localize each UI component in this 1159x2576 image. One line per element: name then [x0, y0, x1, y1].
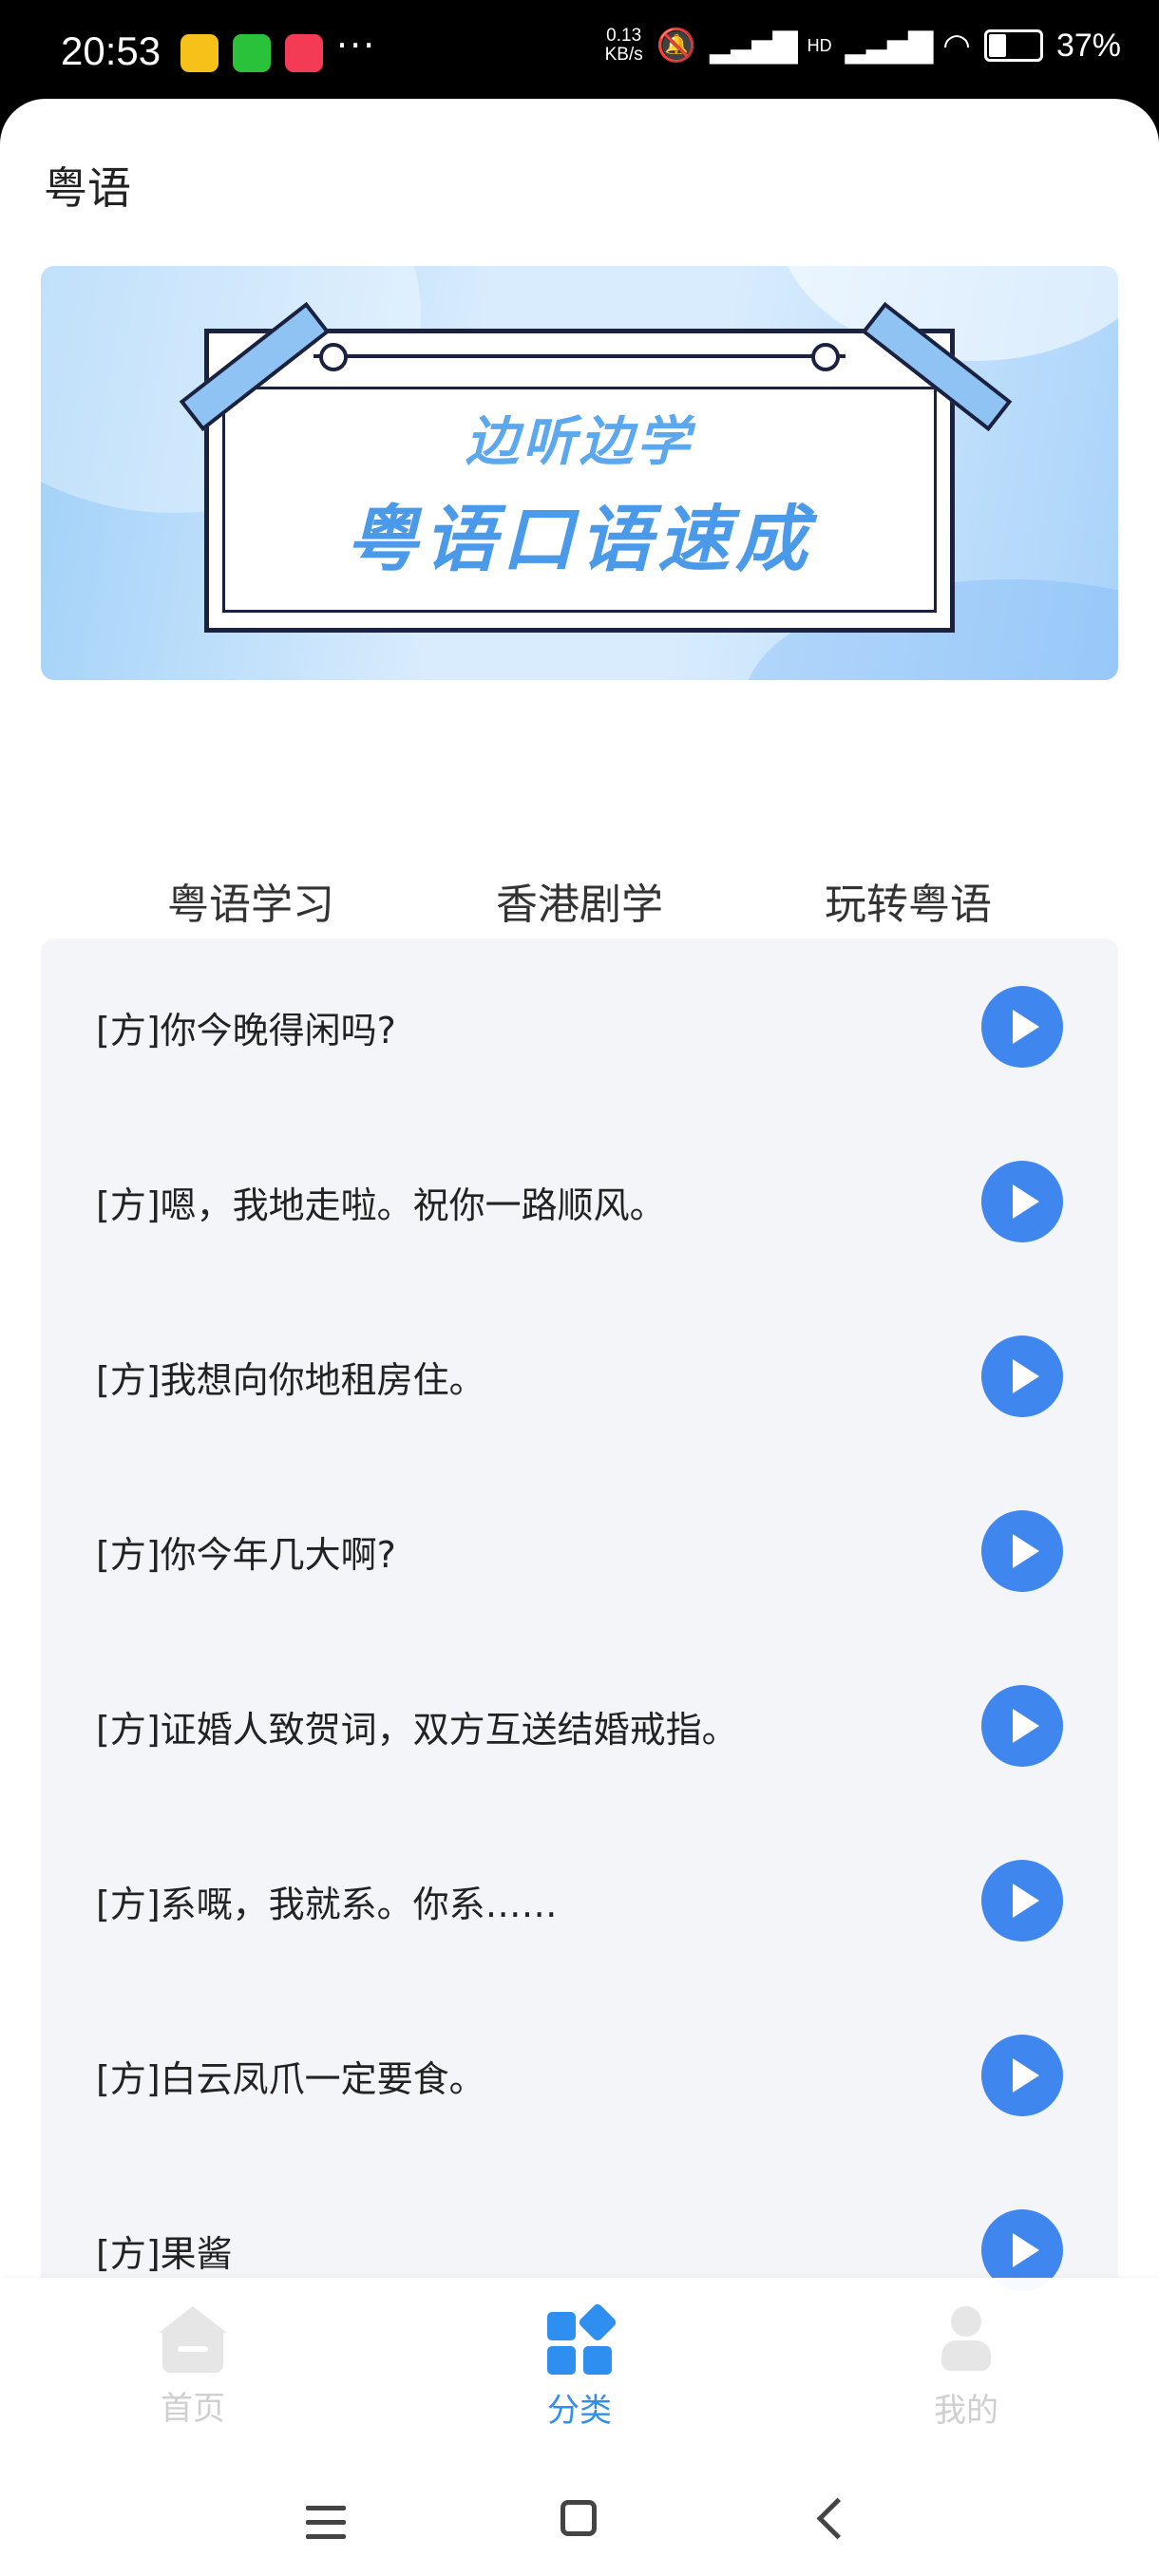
- more-notifications-icon: ···: [336, 25, 377, 66]
- system-nav-bar: [0, 2468, 1159, 2576]
- nav-home[interactable]: 首页: [98, 2306, 288, 2429]
- mute-icon: 🔕: [656, 28, 697, 64]
- battery-icon: [983, 29, 1043, 62]
- status-right: 0.13 KB/s 🔕 ▂▃▅▇ HD ▂▃▅▇ ◠ 37%: [605, 27, 1121, 65]
- phrase-text: [方]你今年几大啊?: [96, 1534, 396, 1576]
- wifi-icon: ◠: [942, 28, 971, 64]
- list-item[interactable]: [方]证婚人致贺词，双方互送结婚戒指。: [41, 1638, 1118, 1812]
- play-icon[interactable]: [981, 1335, 1063, 1417]
- board-pin: [319, 343, 348, 371]
- list-item[interactable]: [方]系嘅，我就系。你系……: [41, 1812, 1118, 1987]
- list-item[interactable]: [方]你今晚得闲吗?: [41, 938, 1118, 1113]
- board-line: [314, 354, 846, 358]
- status-bar: 20:53 ··· 0.13 KB/s 🔕 ▂▃▅▇ HD ▂▃▅▇ ◠ 37%: [0, 0, 1159, 104]
- page-title: 粤语: [44, 162, 131, 214]
- signal-icon: ▂▃▅▇: [710, 28, 798, 64]
- list-item[interactable]: [方]我想向你地租房住。: [41, 1288, 1118, 1463]
- phrase-text: [方]嗯，我地走啦。祝你一路顺风。: [96, 1184, 666, 1226]
- list-item[interactable]: [方]白云凤爪一定要食。: [41, 1987, 1118, 2162]
- nav-home-label: 首页: [161, 2390, 225, 2428]
- music-icon: [285, 34, 323, 72]
- play-icon[interactable]: [981, 1685, 1063, 1767]
- phrase-list: [方]你今晚得闲吗? [方]嗯，我地走啦。祝你一路顺风。 [方]我想向你地租房住…: [41, 938, 1118, 2363]
- list-item[interactable]: [方]嗯，我地走啦。祝你一路顺风。: [41, 1113, 1118, 1288]
- play-icon[interactable]: [981, 1510, 1063, 1592]
- back-icon[interactable]: [816, 2497, 859, 2540]
- category-tabs: 粤语学习 香港剧学 玩转粤语: [0, 764, 1159, 978]
- notification-app-icon: [180, 34, 218, 72]
- banner-title: 粤语口语速成: [346, 497, 813, 581]
- tab-play-cantonese[interactable]: 玩转粤语: [766, 870, 1051, 931]
- recent-apps-icon[interactable]: [306, 2506, 346, 2548]
- nav-category-label: 分类: [547, 2392, 612, 2430]
- hd-label: HD: [807, 35, 832, 55]
- banner-subtitle: 边听边学: [466, 411, 694, 473]
- signal-icon-2: ▂▃▅▇: [845, 28, 934, 64]
- play-icon[interactable]: [981, 986, 1063, 1068]
- category-grid-icon: [545, 2301, 618, 2375]
- app-screen: 粤语 边听边学 粤语口语速成 粤语学习 香港剧学 玩转粤语 [方]你今晚得闲吗?…: [0, 99, 1159, 2576]
- play-icon[interactable]: [981, 1161, 1063, 1242]
- battery-percent: 37%: [1055, 27, 1121, 64]
- play-icon[interactable]: [981, 2035, 1063, 2116]
- promo-banner[interactable]: 边听边学 粤语口语速成: [41, 266, 1118, 680]
- wechat-icon: [233, 34, 271, 72]
- user-icon: [932, 2306, 1000, 2375]
- phrase-text: [方]系嘅，我就系。你系……: [96, 1884, 558, 1925]
- phrase-text: [方]白云凤爪一定要食。: [96, 2058, 485, 2100]
- tab-cantonese-learning[interactable]: 粤语学习: [108, 870, 393, 931]
- network-speed: 0.13 KB/s: [604, 26, 643, 65]
- play-icon[interactable]: [981, 1860, 1063, 1941]
- tab-hk-drama[interactable]: 香港剧学: [437, 870, 722, 931]
- list-item[interactable]: [方]你今年几大啊?: [41, 1463, 1118, 1638]
- home-button-icon[interactable]: [560, 2500, 597, 2536]
- status-time: 20:53: [61, 28, 162, 73]
- phrase-text: [方]证婚人致贺词，双方互送结婚戒指。: [96, 1709, 738, 1751]
- nav-category[interactable]: 分类: [484, 2301, 674, 2431]
- phrase-text: [方]你今晚得闲吗?: [96, 1010, 396, 1051]
- home-icon: [159, 2306, 227, 2373]
- phrase-text: [方]果酱: [96, 2233, 233, 2275]
- board-pin: [811, 343, 840, 371]
- phrase-text: [方]我想向你地租房住。: [96, 1359, 485, 1401]
- nav-mine-label: 我的: [934, 2392, 998, 2430]
- bottom-nav: 首页 分类 我的: [0, 2278, 1159, 2468]
- nav-mine[interactable]: 我的: [871, 2306, 1061, 2431]
